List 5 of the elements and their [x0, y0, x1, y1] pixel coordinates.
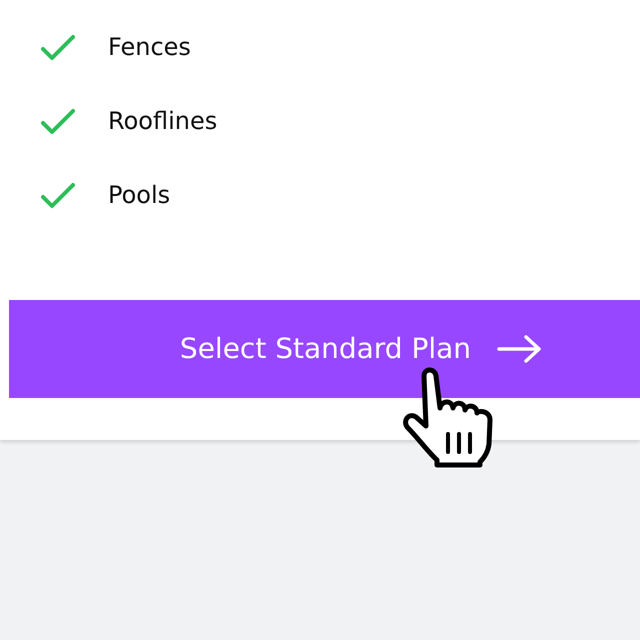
feature-label: Fences — [108, 32, 191, 63]
feature-label: Rooflines — [108, 106, 218, 137]
feature-label: Pools — [108, 180, 170, 211]
arrow-right-icon — [497, 334, 544, 364]
select-plan-button[interactable]: Select Standard Plan — [9, 300, 640, 398]
